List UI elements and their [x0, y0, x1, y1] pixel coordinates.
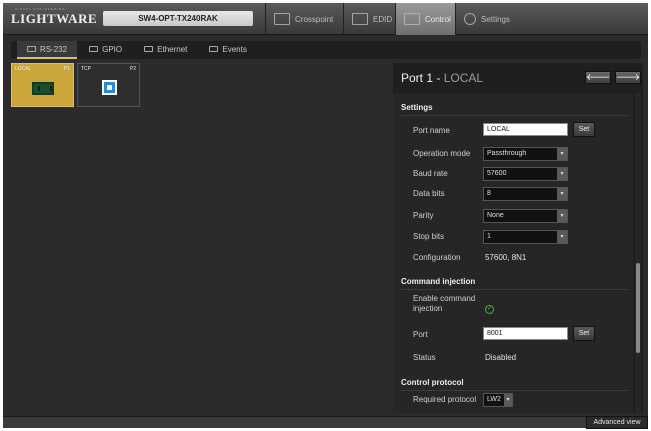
port-number: P1: [63, 66, 70, 72]
footer-bar: [3, 416, 648, 428]
required-protocol-select[interactable]: LW2 ▾: [483, 393, 513, 407]
check-icon: ✓: [486, 306, 493, 312]
chevron-down-icon: ▾: [557, 188, 567, 200]
enable-command-injection-line-1: Enable command: [413, 294, 476, 303]
enable-command-injection-line-2: injection: [413, 304, 443, 313]
tab-label: Crosspoint: [295, 14, 334, 24]
control-protocol-section-title: Control protocol: [401, 378, 464, 387]
parity-select[interactable]: None ▾: [483, 209, 568, 223]
scrollbar-thumb[interactable]: [636, 263, 640, 353]
chevron-down-icon: ▾: [557, 231, 567, 243]
ci-port-label: Port: [413, 330, 428, 339]
lightware-logo: LIGHTWARE: [11, 11, 98, 26]
baud-rate-value: 57600: [487, 170, 507, 177]
parity-label: Parity: [413, 211, 434, 220]
operation-mode-value: Passthrough: [487, 150, 527, 157]
enable-command-injection-checkbox[interactable]: ✓: [485, 305, 494, 314]
port-title: Port 1: [401, 71, 434, 85]
tab-control[interactable]: Control: [395, 3, 455, 35]
stop-bits-label: Stop bits: [413, 232, 445, 241]
panel-title: Port 1 - LOCAL: [401, 71, 483, 85]
port-tile-local[interactable]: LOCAL P1: [11, 63, 74, 107]
ethernet-icon: [144, 46, 154, 52]
control-icon: [404, 13, 420, 25]
data-bits-label: Data bits: [413, 189, 445, 198]
status-label: Status: [413, 353, 436, 362]
ci-port-input[interactable]: 8001: [483, 327, 568, 340]
chevron-down-icon: ▾: [557, 168, 567, 180]
sub-tab-bar: RS-232 GPIO Ethernet Events: [11, 41, 641, 59]
tab-settings[interactable]: Settings: [455, 3, 519, 35]
ci-port-set-button[interactable]: Set: [573, 326, 595, 341]
configuration-value: 57600, 8N1: [485, 253, 527, 262]
port-label: TCP: [81, 66, 91, 72]
parity-value: None: [487, 212, 504, 219]
subtab-gpio[interactable]: GPIO: [79, 41, 132, 59]
port-name-label: Port name: [413, 126, 450, 135]
configuration-label: Configuration: [413, 253, 461, 262]
crosspoint-icon: [274, 13, 290, 25]
required-protocol-value: LW2: [487, 396, 501, 403]
advanced-view-button[interactable]: Advanced view: [586, 416, 648, 429]
subtab-ethernet[interactable]: Ethernet: [134, 41, 197, 59]
data-bits-select[interactable]: 8 ▾: [483, 187, 568, 201]
operation-mode-label: Operation mode: [413, 149, 471, 158]
tab-label: EDID: [373, 14, 393, 24]
enable-command-injection-label: Enable command injection: [413, 294, 475, 314]
monitor-icon: [352, 13, 368, 25]
chevron-down-icon: ▾: [557, 148, 567, 160]
section-divider: [401, 115, 627, 116]
title-separator: -: [433, 71, 444, 85]
port-label: LOCAL: [15, 66, 32, 72]
subtab-label: RS-232: [40, 44, 68, 54]
status-value: Disabled: [485, 353, 517, 362]
command-injection-section-title: Command injection: [401, 277, 476, 286]
panel-header: Port 1 - LOCAL 🡐 🡒: [393, 63, 643, 91]
port-name-set-button[interactable]: Set: [573, 122, 595, 137]
gpio-icon: [89, 46, 99, 52]
data-bits-value: 8: [487, 190, 491, 197]
chevron-down-icon: ▾: [557, 210, 567, 222]
tab-label: Settings: [481, 14, 510, 24]
previous-port-button[interactable]: 🡐: [585, 71, 611, 84]
subtab-events[interactable]: Events: [199, 41, 256, 59]
subtab-label: Ethernet: [157, 44, 188, 54]
gears-icon: [464, 13, 476, 25]
tab-edid[interactable]: EDID: [343, 3, 395, 35]
device-name-badge: SW4-OPT-TX240RAK: [103, 11, 253, 26]
arrow-right-icon: 🡒: [616, 72, 641, 82]
next-port-button[interactable]: 🡒: [615, 71, 641, 84]
settings-section-title: Settings: [401, 103, 433, 112]
port-details-panel: Port 1 - LOCAL 🡐 🡒 Settings Port name LO…: [393, 63, 643, 413]
app-window: VISUAL ENGINEERING LIGHTWARE SW4-OPT-TX2…: [3, 3, 648, 428]
section-divider: [401, 289, 627, 290]
events-icon: [209, 46, 219, 52]
rs232-port-icon: [32, 82, 54, 95]
stop-bits-value: 1: [487, 233, 491, 240]
tab-crosspoint[interactable]: Crosspoint: [265, 3, 343, 35]
port-name-input[interactable]: LOCAL: [483, 123, 568, 136]
required-protocol-label: Required protocol: [413, 395, 477, 404]
chevron-down-icon: ▾: [504, 394, 512, 406]
rs232-icon: [27, 46, 36, 52]
baud-rate-select[interactable]: 57600 ▾: [483, 167, 568, 181]
tab-label: Control: [425, 14, 451, 24]
baud-rate-label: Baud rate: [413, 169, 448, 178]
tcp-port-icon: [102, 80, 117, 95]
port-subtitle: LOCAL: [443, 71, 484, 85]
port-tile-tcp[interactable]: TCP P2: [77, 63, 140, 107]
panel-scrollbar[interactable]: [635, 93, 641, 413]
operation-mode-select[interactable]: Passthrough ▾: [483, 147, 568, 161]
port-number: P2: [129, 66, 136, 72]
subtab-rs232[interactable]: RS-232: [17, 41, 78, 59]
top-bar: VISUAL ENGINEERING LIGHTWARE SW4-OPT-TX2…: [3, 3, 648, 35]
stop-bits-select[interactable]: 1 ▾: [483, 230, 568, 244]
arrow-left-icon: 🡐: [586, 72, 611, 82]
section-divider: [401, 390, 627, 391]
subtab-label: GPIO: [102, 44, 123, 54]
panel-body: Settings Port name LOCAL Set Operation m…: [393, 93, 633, 413]
subtab-label: Events: [222, 44, 247, 54]
